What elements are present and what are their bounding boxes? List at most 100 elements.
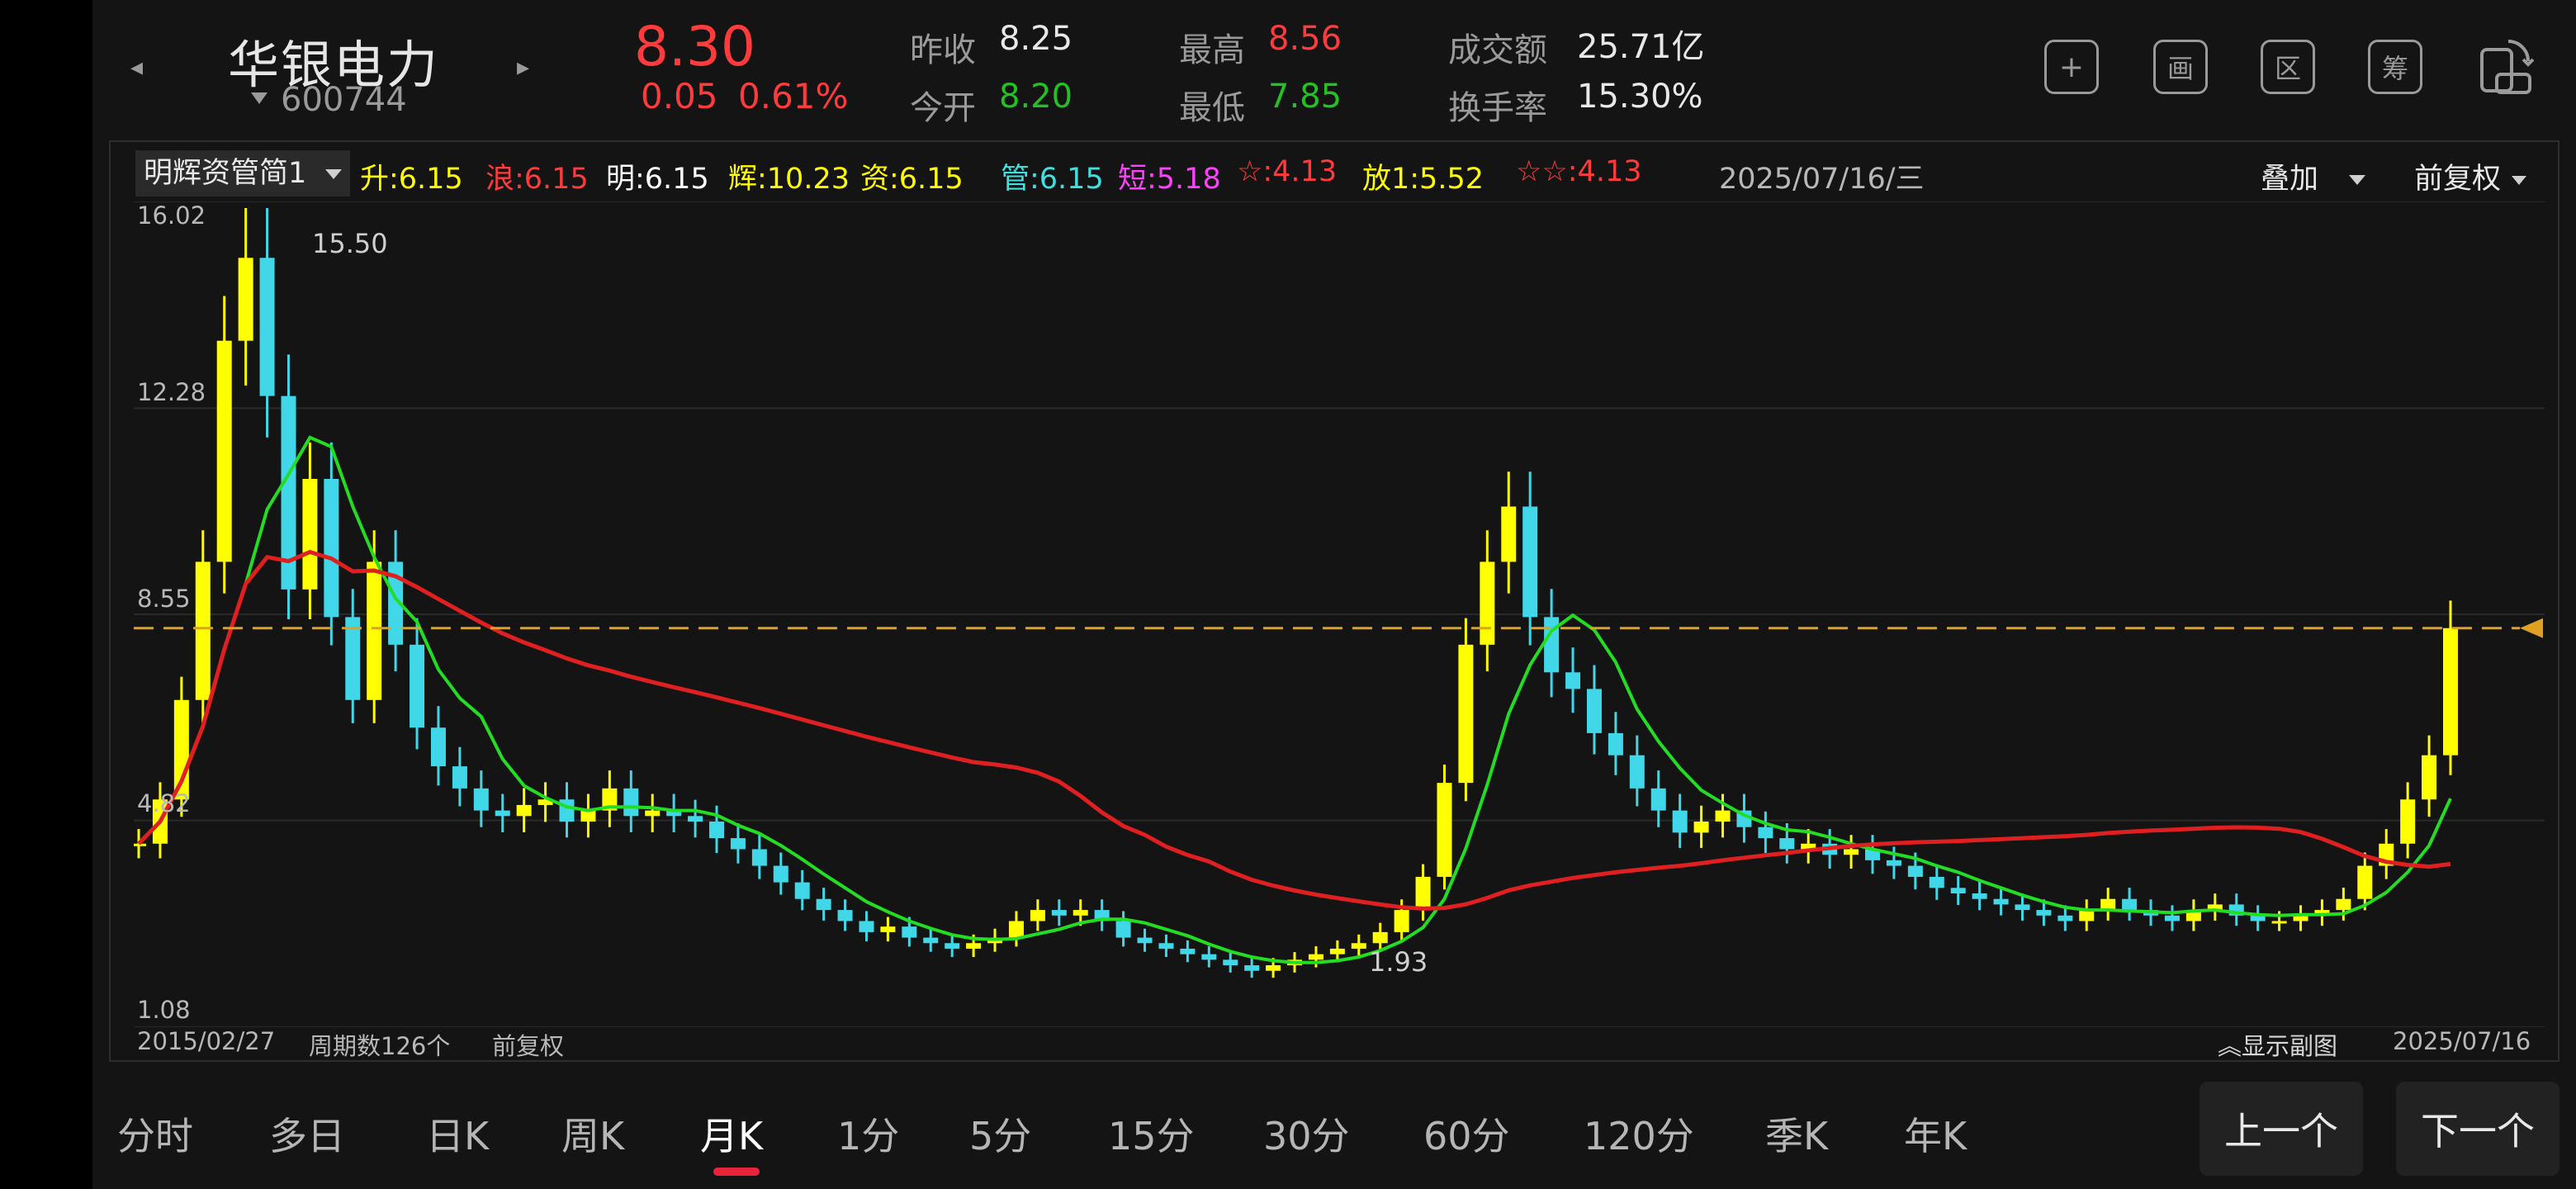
tab-10[interactable]: 120分 <box>1584 1106 1694 1161</box>
app-main: ◂ 华银电力 600744 ▸ 8.30 0.05 0.61% 昨收 8.25 … <box>92 0 2576 1189</box>
candle-body <box>2164 915 2180 921</box>
tab-4[interactable]: 月K <box>700 1106 763 1161</box>
draw-button[interactable]: 画 <box>2153 40 2208 94</box>
kline-chart[interactable]: 15.50 1.93 <box>134 201 2545 1027</box>
amount-label: 成交额 <box>1448 31 1547 69</box>
candle-body <box>1993 898 2009 905</box>
candle-body <box>2357 865 2373 899</box>
y-tick-label: 1.08 <box>137 996 191 1024</box>
candle-body <box>1501 506 1517 562</box>
candle-body <box>302 479 318 590</box>
candle-body <box>1158 943 1174 949</box>
high-label: 最高 <box>1179 31 1245 69</box>
candle-body <box>195 561 211 700</box>
tab-0[interactable]: 分时 <box>117 1106 193 1161</box>
candle-body <box>2100 898 2116 911</box>
candle-body <box>324 479 339 618</box>
previous-stock-button[interactable]: 上一个 <box>2200 1082 2363 1176</box>
chip-button[interactable]: 筹 <box>2368 40 2422 94</box>
candle-body <box>1051 910 1067 916</box>
indicator-select[interactable]: 明辉资管简1 <box>135 150 350 197</box>
indicator-item: 管:6.15 <box>1001 163 1104 196</box>
amount-value: 25.71亿 <box>1577 28 1705 66</box>
min-price-label: 1.93 <box>1369 946 1428 978</box>
tab-1[interactable]: 多日 <box>269 1106 345 1161</box>
candle-body <box>945 943 960 949</box>
tab-12[interactable]: 年K <box>1904 1106 1967 1161</box>
candle-body <box>2400 799 2416 844</box>
candle-body <box>1693 822 1709 833</box>
candle-body <box>452 766 467 789</box>
indicator-item: 放1:5.52 <box>1362 163 1484 196</box>
chevron-left-icon[interactable]: ◂ <box>130 53 143 82</box>
indicator-item: ☆:4.13 <box>1237 155 1338 188</box>
indicator-item: 浪:6.15 <box>485 163 589 196</box>
add-icon: + <box>2058 50 2085 84</box>
show-sub-chart-button[interactable]: ︽显示副图 <box>2218 1027 2337 1062</box>
dropdown-arrow-icon <box>2349 175 2366 185</box>
candle-body <box>1758 827 1773 839</box>
candle-body <box>1779 838 1795 850</box>
high-value: 8.56 <box>1268 20 1342 58</box>
tab-11[interactable]: 季K <box>1765 1106 1828 1161</box>
stock-code[interactable]: 600744 <box>281 81 407 119</box>
open-label: 今开 <box>910 89 976 127</box>
overlay-label: 叠加 <box>2261 163 2319 196</box>
chip-icon: 筹 <box>2381 53 2408 84</box>
candle-body <box>1972 893 1987 899</box>
range-icon: 区 <box>2274 53 2301 84</box>
candle-body <box>773 865 788 883</box>
candle-body <box>1244 965 1260 971</box>
turnover-value: 15.30% <box>1577 78 1703 116</box>
tab-7[interactable]: 15分 <box>1108 1106 1195 1161</box>
candle-body <box>367 561 382 700</box>
candle-body <box>730 838 746 850</box>
candle-body <box>216 340 232 562</box>
candle-body <box>645 810 661 817</box>
indicator-item: ☆☆:4.13 <box>1516 155 1642 188</box>
indicator-item: 资:6.15 <box>860 163 964 196</box>
chevron-right-icon[interactable]: ▸ <box>517 53 529 82</box>
next-stock-button[interactable]: 下一个 <box>2396 1082 2559 1176</box>
tab-5[interactable]: 1分 <box>837 1106 899 1161</box>
candle-body <box>1886 860 1901 866</box>
candle-body <box>1586 689 1602 733</box>
tab-2[interactable]: 日K <box>426 1106 489 1161</box>
tab-8[interactable]: 30分 <box>1263 1106 1350 1161</box>
tab-6[interactable]: 5分 <box>969 1106 1031 1161</box>
tab-3[interactable]: 周K <box>561 1106 624 1161</box>
rotate-screen-button[interactable] <box>2475 36 2536 97</box>
candle-body <box>1394 910 1409 932</box>
y-tick-label: 8.55 <box>137 585 191 613</box>
add-button[interactable]: + <box>2044 40 2099 94</box>
candle-body <box>2443 628 2458 756</box>
candle-body <box>1608 732 1623 756</box>
candle-body <box>2122 898 2138 911</box>
candle-body <box>559 799 575 822</box>
indicator-item: 辉:10.23 <box>728 163 850 196</box>
candle-body <box>1008 921 1024 938</box>
candle-body <box>1073 910 1088 916</box>
dropdown-arrow-icon <box>325 169 342 179</box>
low-value: 7.85 <box>1268 78 1342 116</box>
candle-body <box>1437 783 1452 877</box>
candle-body <box>1266 965 1281 971</box>
candle-body <box>2422 755 2437 800</box>
end-date: 2025/07/16 <box>2393 1027 2531 1055</box>
ma-short-line <box>137 435 2452 964</box>
prev-close-value: 8.25 <box>999 20 1073 58</box>
overlay-dropdown[interactable]: 叠加 <box>2261 155 2366 197</box>
rotate-screen-icon <box>2480 40 2535 94</box>
change-abs: 0.05 <box>641 76 718 116</box>
adjust-dropdown[interactable]: 前复权 <box>2414 155 2527 197</box>
current-price-marker-icon <box>2520 618 2543 638</box>
candle-body <box>1480 561 1495 645</box>
indicator-item: 明:6.15 <box>606 163 709 196</box>
tab-9[interactable]: 60分 <box>1423 1106 1510 1161</box>
candle-body <box>751 849 767 866</box>
candle-body <box>580 810 596 822</box>
range-button[interactable]: 区 <box>2261 40 2315 94</box>
candle-body <box>1907 865 1923 877</box>
caret-down-icon[interactable] <box>251 92 268 104</box>
candle-body <box>1308 954 1324 960</box>
